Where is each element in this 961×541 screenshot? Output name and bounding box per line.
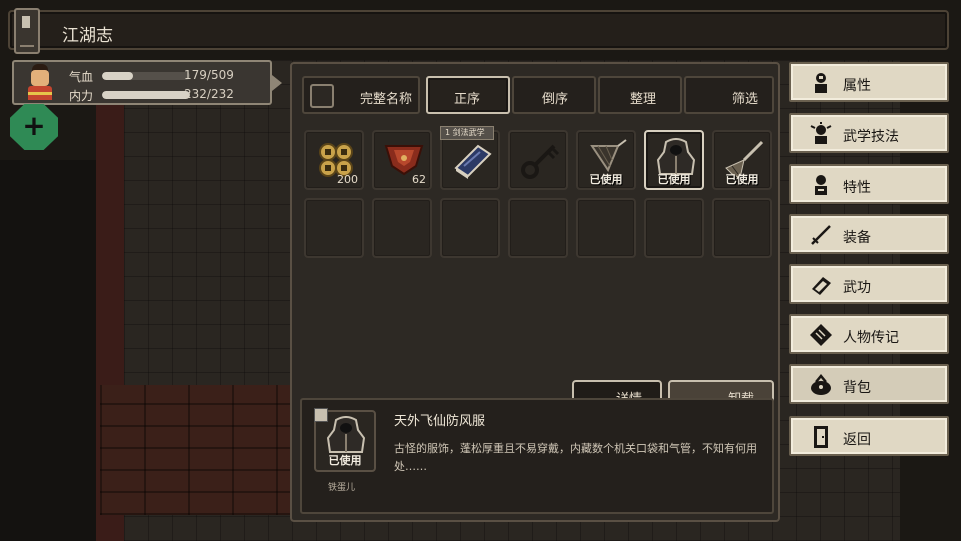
sword-equipment-icon — [811, 225, 831, 245]
tab-organize-label: 整理 — [630, 92, 657, 107]
menu-attributes[interactable]: 属性 — [789, 62, 949, 102]
tab-ascending[interactable]: 正序 — [426, 76, 510, 114]
add-party-member-button[interactable]: + — [10, 104, 58, 150]
empty-item-slot[interactable] — [440, 198, 500, 258]
item-count: 62 — [412, 173, 426, 186]
item-slot-manual[interactable]: 1 剑法武学 — [440, 126, 500, 190]
mp-bar-fill — [102, 91, 190, 99]
character-trait-icon — [815, 175, 827, 195]
hp-value: 179/509 — [184, 68, 234, 82]
item-slot-key[interactable] — [508, 130, 568, 190]
menu-biography[interactable]: 人物传记 — [789, 314, 949, 354]
item-name: 天外飞仙防风服 — [394, 414, 486, 429]
full-name-checkbox[interactable] — [310, 84, 334, 108]
menu-traits-label: 特性 — [843, 180, 871, 196]
tab-descending[interactable]: 倒序 — [512, 76, 596, 114]
item-description-box: 已使用 铁蛋儿 天外飞仙防风服 古怪的服饰，蓬松厚重且不易穿戴，内藏数个机关口袋… — [300, 398, 774, 514]
background-shadow — [0, 160, 96, 541]
empty-item-slot[interactable] — [644, 198, 704, 258]
martial-technique-icon — [810, 122, 832, 144]
item-count: 200 — [337, 173, 358, 186]
hp-label: 气血 — [69, 70, 94, 84]
menu-return[interactable]: 返回 — [789, 416, 949, 456]
martial-manual-book-icon — [454, 144, 492, 179]
menu-return-label: 返回 — [843, 432, 871, 448]
hp-bar — [102, 72, 190, 80]
equipped-label: 已使用 — [589, 173, 623, 186]
menu-martial-techniques[interactable]: 武学技法 — [789, 113, 949, 153]
mp-label: 内力 — [69, 89, 94, 103]
menu-backpack[interactable]: 背包 — [789, 364, 949, 404]
menu-martial-arts-label: 武功 — [843, 280, 871, 296]
tab-ascending-label: 正序 — [454, 92, 481, 107]
full-name-label: 完整名称 — [359, 92, 412, 107]
journal-book-icon — [14, 8, 40, 54]
menu-equipment-label: 装备 — [843, 230, 871, 246]
martial-book-icon — [812, 277, 831, 295]
hp-bar-fill — [102, 72, 133, 80]
tab-organize[interactable]: 整理 — [598, 76, 682, 114]
empty-item-slot[interactable] — [712, 198, 772, 258]
equipped-label: 已使用 — [725, 173, 759, 186]
iron-key-icon — [521, 144, 560, 179]
empty-item-slot[interactable] — [372, 198, 432, 258]
background-brick-wall — [100, 385, 300, 515]
inventory-panel: 完整名称 正序 倒序 整理 筛选 200 62 1 剑法武学 已使用 已使用 已… — [290, 62, 780, 522]
tab-filter[interactable]: 筛选 — [684, 76, 774, 114]
item-slot-net[interactable]: 已使用 — [576, 130, 636, 190]
menu-biography-label: 人物传记 — [843, 330, 899, 346]
character-avatar — [22, 64, 58, 102]
empty-item-slot[interactable] — [508, 198, 568, 258]
tab-filter-label: 筛选 — [731, 92, 758, 107]
menu-attributes-label: 属性 — [843, 78, 871, 94]
backpack-bag-icon — [811, 374, 831, 395]
mp-value: 232/232 — [184, 87, 234, 101]
menu-equipment[interactable]: 装备 — [789, 214, 949, 254]
item-slot-armor[interactable]: 62 — [372, 130, 432, 190]
equipped-label: 已使用 — [328, 454, 362, 467]
door-return-icon — [814, 426, 828, 448]
page-title: 江湖志 — [62, 26, 113, 46]
item-slot-whisk[interactable]: 已使用 — [712, 130, 772, 190]
biography-scroll-icon — [810, 324, 832, 346]
item-description: 古怪的服饰，蓬松厚重且不易穿戴，内藏数个机关口袋和气管，不知有何用处…… — [394, 442, 757, 473]
item-slot-robe[interactable]: 已使用 — [644, 130, 704, 190]
menu-martial-techniques-label: 武学技法 — [843, 129, 899, 145]
empty-item-slot[interactable] — [576, 198, 636, 258]
item-type-tag: 1 剑法武学 — [440, 126, 494, 140]
character-status-panel[interactable]: 气血 179/509 内力 232/232 — [12, 60, 282, 105]
empty-item-slot[interactable] — [304, 198, 364, 258]
mp-bar — [102, 91, 190, 99]
selected-item-preview: 已使用 — [314, 408, 376, 472]
menu-martial-arts[interactable]: 武功 — [789, 264, 949, 304]
menu-traits[interactable]: 特性 — [789, 164, 949, 204]
menu-backpack-label: 背包 — [843, 380, 871, 396]
title-bar: 江湖志 — [8, 8, 949, 54]
full-name-toggle[interactable]: 完整名称 — [302, 76, 420, 114]
item-owner-name: 铁蛋儿 — [328, 483, 356, 493]
character-attributes-icon — [815, 73, 827, 93]
item-slot-coins[interactable]: 200 — [304, 130, 364, 190]
tab-descending-label: 倒序 — [542, 92, 569, 107]
equipped-label: 已使用 — [657, 173, 691, 186]
